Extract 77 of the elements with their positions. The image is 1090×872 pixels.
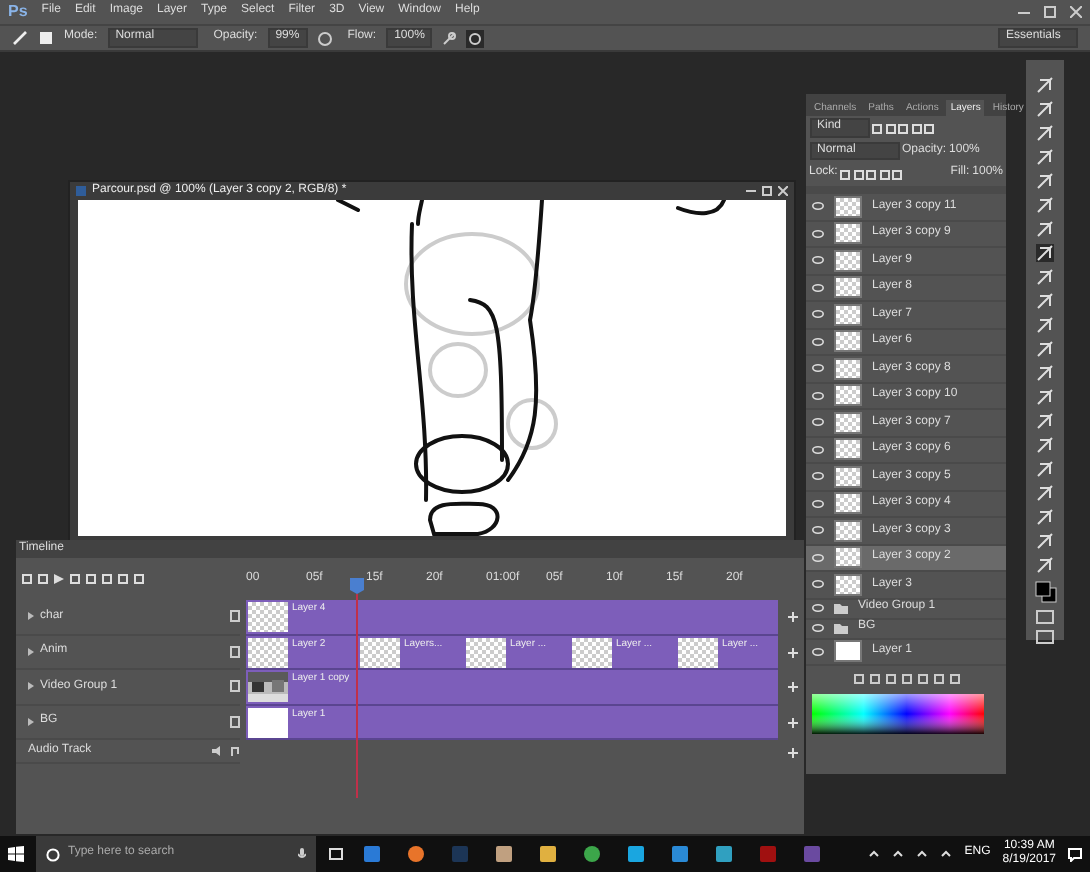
screen-mode-icon[interactable] [1036,630,1054,644]
layer-thumbnail [834,195,862,218]
layer-thumbnail [834,330,862,353]
firefox-icon[interactable] [406,844,426,864]
film-strip-icon[interactable] [230,715,240,728]
layer-thumbnail [834,640,862,663]
eye-icon[interactable] [812,256,824,265]
maximize-icon[interactable] [762,186,772,196]
eye-icon[interactable] [812,202,824,211]
expand-arrow-icon[interactable] [28,682,34,691]
layer-thumbnail [834,438,862,461]
color-spectrum[interactable] [812,693,984,733]
layer-thumbnail [834,249,862,272]
eye-icon[interactable] [812,553,824,562]
clip-thumbnail [360,637,400,667]
clip-thumbnail [466,637,506,667]
minimize-icon[interactable] [746,186,756,196]
clip-thumbnail [678,637,718,667]
quick-mask-icon[interactable] [1036,610,1054,624]
eye-icon[interactable] [812,310,824,319]
pressure-size-icon[interactable] [466,29,485,47]
layer-thumbnail [834,546,862,569]
chevron-icon[interactable] [868,848,881,860]
color-swatches-icon[interactable] [1033,580,1057,604]
brush-preset-icon[interactable] [38,30,54,46]
eye-icon[interactable] [812,337,824,346]
playhead[interactable] [350,577,364,798]
speaker-icon[interactable] [212,746,224,756]
layer-thumbnail [834,357,862,380]
eye-icon[interactable] [812,445,824,454]
clip-thumbnail [248,602,288,632]
clip-thumbnail [572,637,612,667]
layer-thumbnail [834,222,862,245]
film-strip-icon[interactable] [230,680,240,693]
layer-thumbnail [834,519,862,542]
add-media-icon[interactable] [788,717,798,728]
clip-thumbnail [248,707,288,737]
microphone-icon [298,848,306,860]
layer-thumbnail [834,276,862,299]
add-media-icon[interactable] [788,612,798,623]
chrome-icon[interactable] [582,844,602,864]
expand-arrow-icon[interactable] [28,717,34,726]
clip-thumbnail [248,637,288,667]
eye-icon[interactable] [812,364,824,373]
eye-icon[interactable] [812,418,824,427]
cortana-icon [46,847,60,861]
minimize-icon[interactable] [1018,6,1030,18]
add-media-icon[interactable] [788,647,798,658]
layer-thumbnail [834,465,862,488]
close-icon[interactable] [778,186,788,196]
windows-start-icon[interactable] [8,846,24,862]
eye-icon[interactable] [812,472,824,481]
app-logo: Ps [8,2,28,22]
eye-icon[interactable] [812,229,824,238]
task-view-icon[interactable] [328,848,344,860]
expand-arrow-icon[interactable] [28,647,34,656]
layer-thumbnail [834,573,862,596]
layer-thumbnail [834,411,862,434]
layer-thumbnail [834,303,862,326]
film-strip-icon[interactable] [230,645,240,658]
expand-arrow-icon[interactable] [28,612,34,621]
eye-icon[interactable] [812,647,824,656]
eye-icon[interactable] [812,391,824,400]
close-icon[interactable] [1070,6,1082,18]
layer-thumbnail [834,492,862,515]
maximize-icon[interactable] [1044,6,1056,18]
add-media-icon[interactable] [788,747,798,757]
notifications-icon[interactable] [1068,847,1082,861]
play-icon[interactable] [54,574,64,584]
eye-icon[interactable] [812,580,824,589]
film-strip-icon[interactable] [230,610,240,623]
document-icon [76,186,86,196]
eye-icon[interactable] [812,526,824,535]
eye-icon[interactable] [812,499,824,508]
add-media-icon[interactable] [788,682,798,693]
layer-thumbnail [834,384,862,407]
eye-icon[interactable] [812,283,824,292]
